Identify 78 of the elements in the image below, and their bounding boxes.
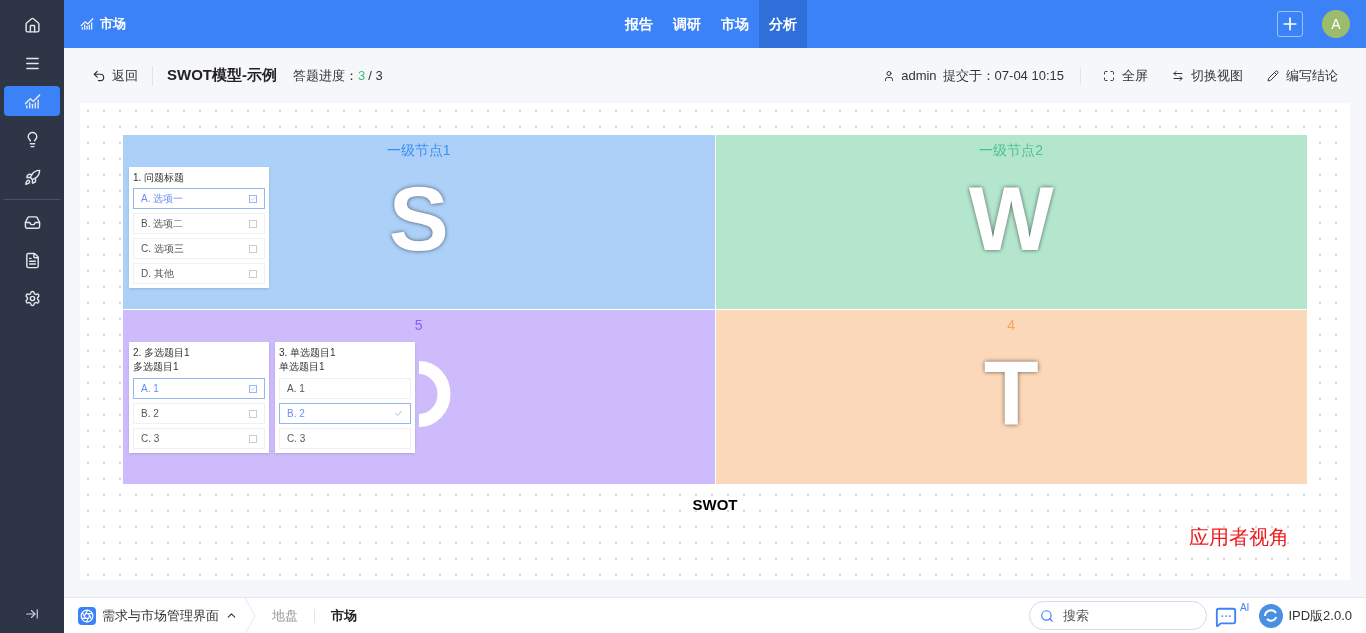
nav-tab[interactable]: 分析 <box>759 0 807 48</box>
ai-label: AI <box>1239 600 1250 615</box>
chart-caption: SWOT <box>692 495 738 515</box>
settings-icon <box>23 289 41 307</box>
quadrant-title: 一级节点2 <box>979 141 1044 160</box>
page-title: 市场 <box>100 15 126 34</box>
document-title: SWOT模型-示例 <box>167 65 277 86</box>
user-icon <box>883 69 896 82</box>
toolbar-action[interactable]: 全屏 <box>1103 65 1148 86</box>
version-label: IPD版2.0.0 <box>1288 606 1352 625</box>
progress-count: 3 <box>358 66 366 85</box>
progress-total: / 3 <box>368 66 383 85</box>
fullscreen-icon <box>1103 69 1115 82</box>
option-label: C. 3 <box>141 432 160 446</box>
check-icon <box>394 409 403 418</box>
checkbox[interactable] <box>249 409 257 418</box>
arc-drawing <box>418 361 451 427</box>
inbox-icon <box>23 213 41 231</box>
option-label: B. 2 <box>287 407 305 421</box>
option-label: B. 2 <box>141 407 159 421</box>
quadrant-title: 一级节点1 <box>386 141 451 160</box>
question-title: 2. 多选题目1 <box>133 347 191 359</box>
toolbar-action[interactable]: 编写结论 <box>1267 65 1338 86</box>
chart-icon <box>80 17 94 31</box>
arrows-icon <box>1172 69 1184 82</box>
option-label: D. 其他 <box>141 267 174 281</box>
option-label: B. 选项二 <box>141 217 184 231</box>
option-label: C. 选项三 <box>141 242 184 256</box>
app-switcher[interactable]: 需求与市场管理界面 <box>102 605 238 626</box>
option-label: A. 1 <box>287 382 305 396</box>
option-label: C. 3 <box>287 432 306 446</box>
option-row[interactable]: A. 1 <box>279 378 411 399</box>
nav-tab[interactable]: 调研 <box>663 0 711 48</box>
checkbox[interactable] <box>249 269 257 278</box>
option-row[interactable]: B. 选项二 <box>133 213 265 234</box>
toolbar-action[interactable]: 切换视图 <box>1172 65 1243 86</box>
option-label: A. 选项一 <box>141 192 184 206</box>
chart-icon <box>23 92 41 110</box>
quadrant-letter: T <box>983 349 1039 439</box>
checkbox[interactable] <box>249 384 257 393</box>
expand-icon[interactable] <box>25 607 39 621</box>
option-row[interactable]: C. 3 <box>279 428 411 449</box>
option-row[interactable]: B. 2 <box>133 403 265 424</box>
progress-label: 答题进度： <box>293 66 358 85</box>
checkbox[interactable] <box>249 244 257 253</box>
submit-time: 提交于：07-04 10:15 <box>942 66 1064 85</box>
user-name: admin <box>901 66 937 85</box>
question-subtitle: 多选题目1 <box>133 361 180 373</box>
app-icon <box>78 606 96 625</box>
add-button[interactable] <box>1277 11 1303 37</box>
rocket-icon <box>23 168 41 186</box>
back-arrow-icon <box>92 68 106 83</box>
option-row[interactable]: D. 其他 <box>133 263 265 284</box>
nav-tab[interactable]: 报告 <box>615 0 663 48</box>
breadcrumb-link[interactable]: 市场 <box>331 605 357 626</box>
search-icon <box>1040 609 1055 623</box>
checkbox[interactable] <box>249 434 257 443</box>
option-row[interactable]: C. 3 <box>133 428 265 449</box>
question-title: 3. 单选题目1 <box>279 347 337 359</box>
logo-icon <box>1259 603 1284 628</box>
quadrant-letter: S <box>388 174 449 264</box>
home-icon <box>23 16 41 34</box>
search-field[interactable]: 搜索 <box>1029 601 1208 630</box>
question-subtitle: 单选题目1 <box>279 361 326 373</box>
perspective-note: 应用者视角 <box>1189 525 1289 550</box>
checkbox[interactable] <box>249 219 257 228</box>
chat-icon[interactable] <box>1215 605 1238 628</box>
nav-tab[interactable]: 市场 <box>711 0 759 48</box>
quadrant-title: 5 <box>414 316 423 335</box>
pencil-icon <box>1267 69 1279 82</box>
quadrant-title: 4 <box>1007 316 1016 335</box>
quadrant-letter: W <box>968 174 1054 264</box>
document-icon <box>23 251 41 269</box>
checkbox[interactable] <box>249 194 257 203</box>
back-button[interactable]: 返回 <box>92 65 138 86</box>
option-row[interactable]: C. 选项三 <box>133 238 265 259</box>
question-title: 1. 问题标题 <box>133 172 186 184</box>
option-label: A. 1 <box>141 382 159 396</box>
